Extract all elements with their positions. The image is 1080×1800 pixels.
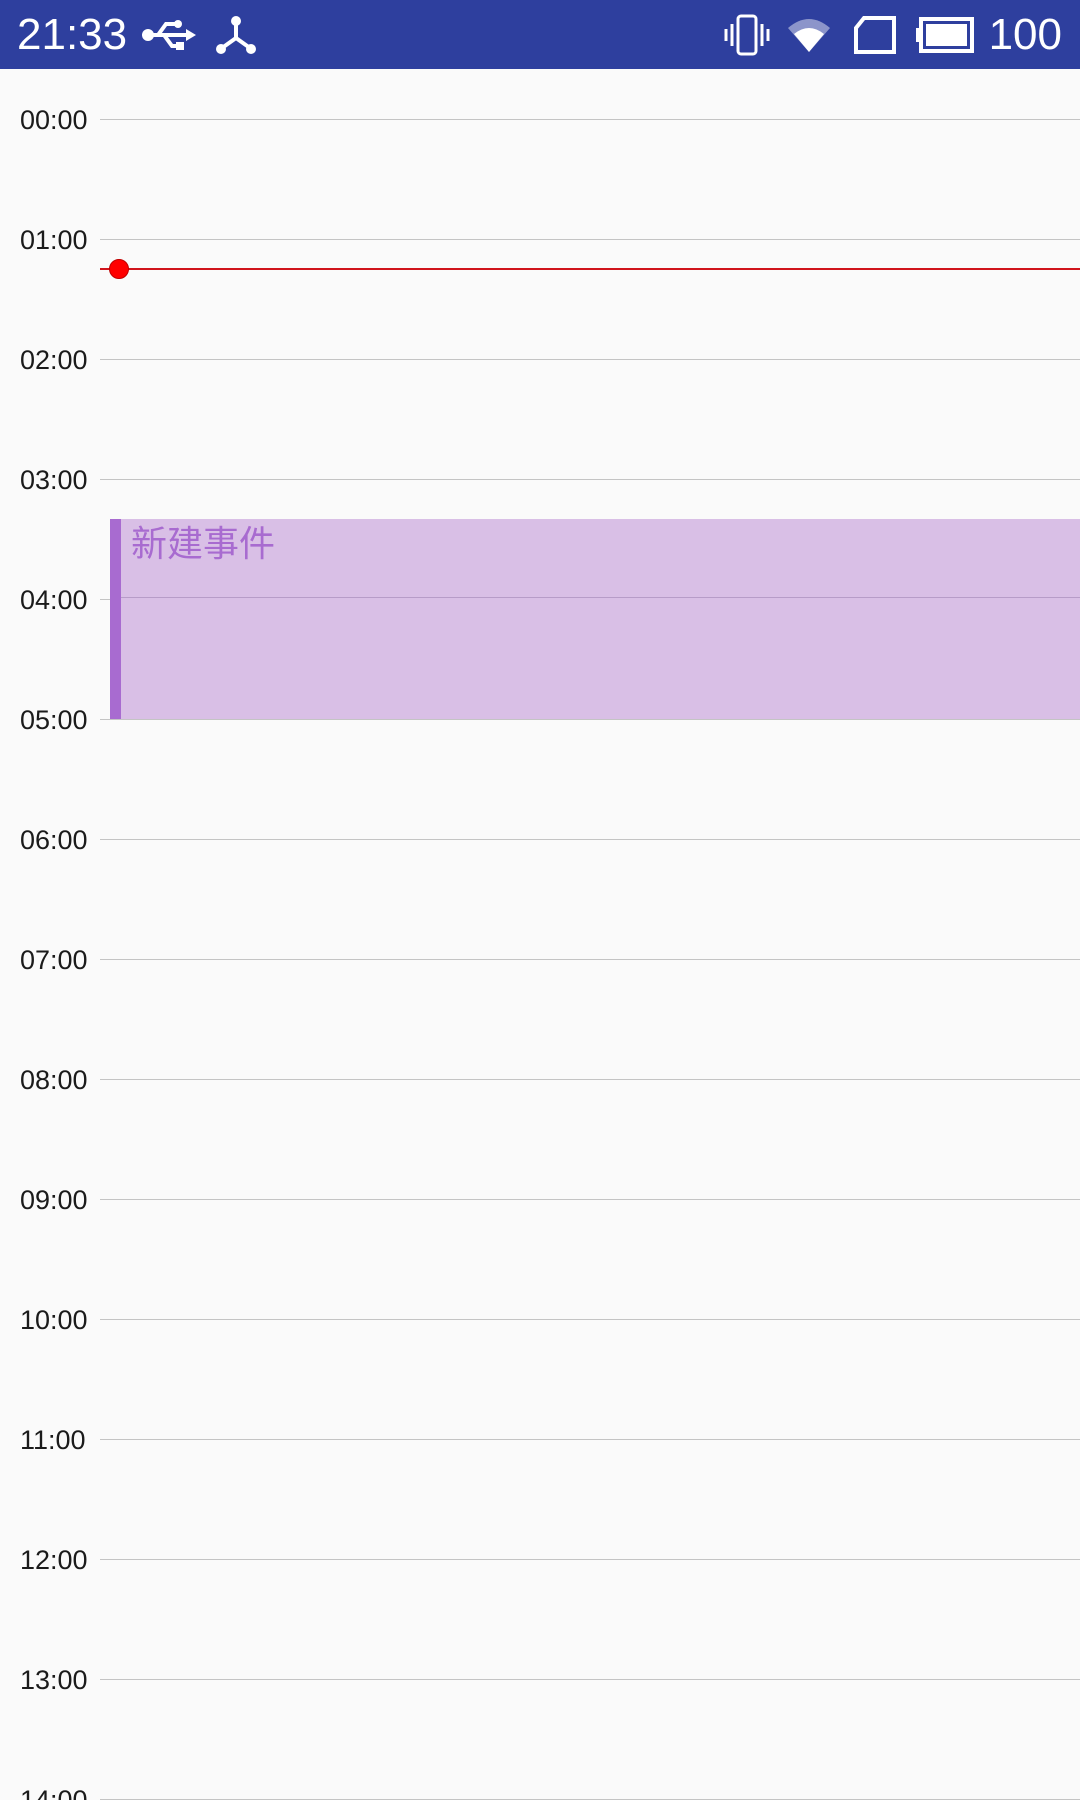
hour-label: 12:00: [20, 1545, 88, 1575]
hour-label: 02:00: [20, 345, 88, 375]
hour-row-06: 06:00: [0, 820, 1080, 860]
hour-row-09: 09:00: [0, 1180, 1080, 1220]
hour-row-08: 08:00: [0, 1060, 1080, 1100]
hour-label: 13:00: [20, 1665, 88, 1695]
hour-gridline: [100, 719, 1080, 720]
hour-row-07: 07:00: [0, 940, 1080, 980]
vibrate-icon: [724, 14, 770, 56]
hour-gridline: [100, 119, 1080, 120]
hour-row-14: 14:00: [0, 1780, 1080, 1800]
hour-gridline: [100, 1559, 1080, 1560]
hour-label: 14:00: [20, 1785, 88, 1800]
hour-gridline: [100, 1439, 1080, 1440]
hour-row-12: 12:00: [0, 1540, 1080, 1580]
hour-gridline: [100, 959, 1080, 960]
hour-gridline: [100, 239, 1080, 240]
status-bar: 21:33 100: [0, 0, 1080, 69]
event-block[interactable]: 新建事件: [110, 519, 1080, 719]
hour-gridline: [100, 1319, 1080, 1320]
hour-row-02: 02:00: [0, 340, 1080, 380]
hour-gridline: [121, 597, 1080, 598]
current-time-dot: [109, 259, 129, 279]
status-time: 21:33: [17, 10, 128, 59]
hour-label: 10:00: [20, 1305, 88, 1335]
hour-row-11: 11:00: [0, 1420, 1080, 1460]
hour-label: 07:00: [20, 945, 88, 975]
hour-row-10: 10:00: [0, 1300, 1080, 1340]
hour-row-03: 03:00: [0, 460, 1080, 500]
hour-row-13: 13:00: [0, 1660, 1080, 1700]
hour-gridline: [100, 1679, 1080, 1680]
hour-label: 11:00: [20, 1425, 86, 1455]
hour-label: 01:00: [20, 225, 88, 255]
hour-gridline: [100, 839, 1080, 840]
hour-label: 00:00: [20, 105, 88, 135]
hour-gridline: [100, 1199, 1080, 1200]
hour-label: 09:00: [20, 1185, 88, 1215]
hour-label: 06:00: [20, 825, 88, 855]
hour-label: 04:00: [20, 585, 88, 615]
sim-card-icon: [852, 14, 898, 56]
wifi-icon: [786, 14, 832, 56]
current-time-line: [100, 268, 1080, 270]
hour-gridline: [100, 359, 1080, 360]
battery-percentage: 100: [988, 10, 1062, 59]
hour-label: 03:00: [20, 465, 88, 495]
hour-row-00: 00:00: [0, 100, 1080, 140]
hour-gridline: [100, 479, 1080, 480]
battery-icon: [916, 14, 974, 56]
hour-row-01: 01:00: [0, 220, 1080, 260]
hour-label: 05:00: [20, 705, 88, 735]
hour-gridline: [100, 1079, 1080, 1080]
usb-icon: [140, 14, 196, 56]
share-network-icon: [214, 14, 258, 56]
hour-label: 08:00: [20, 1065, 88, 1095]
event-title: 新建事件: [131, 524, 276, 565]
day-timeline[interactable]: 00:00 01:00 02:00 03:00 04:00 05:00 06:0…: [0, 69, 1080, 1800]
